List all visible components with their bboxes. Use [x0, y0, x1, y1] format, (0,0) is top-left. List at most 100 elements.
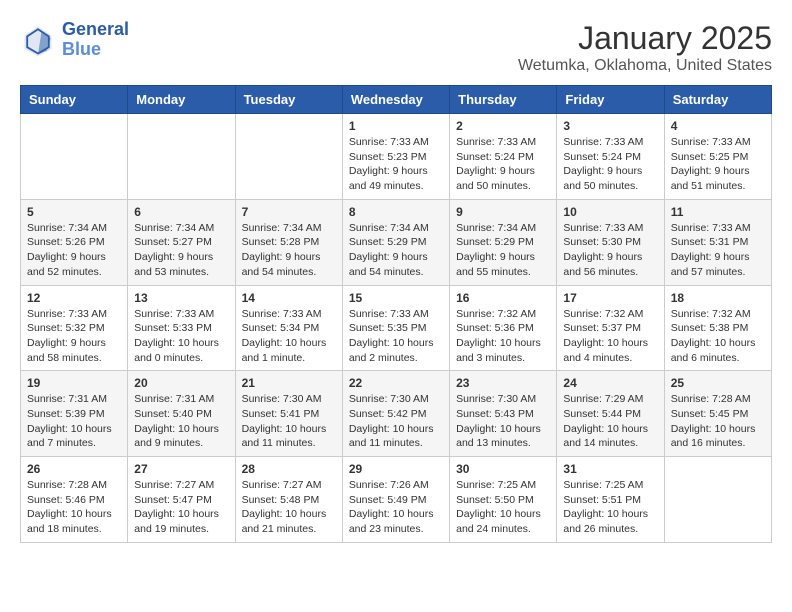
day-number: 17 [563, 291, 657, 305]
logo: General Blue [20, 20, 129, 60]
calendar-table: SundayMondayTuesdayWednesdayThursdayFrid… [20, 85, 772, 543]
day-info: Sunrise: 7:28 AM Sunset: 5:46 PM Dayligh… [27, 478, 121, 537]
day-number: 14 [242, 291, 336, 305]
calendar-cell: 26 Sunrise: 7:28 AM Sunset: 5:46 PM Dayli… [21, 457, 128, 543]
calendar-week-2: 5Sunrise: 7:34 AM Sunset: 5:26 PM Daylig… [21, 199, 772, 285]
day-info: Sunrise: 7:33 AM Sunset: 5:24 PM Dayligh… [563, 135, 657, 194]
logo-icon [20, 22, 56, 58]
day-number: 3 [563, 119, 657, 133]
day-info: Sunrise: 7:26 AM Sunset: 5:49 PM Dayligh… [349, 478, 443, 537]
calendar-cell: 27 Sunrise: 7:27 AM Sunset: 5:47 PM Dayli… [128, 457, 235, 543]
day-info: Sunrise: 7:30 AM Sunset: 5:42 PM Dayligh… [349, 392, 443, 451]
day-info: Sunrise: 7:30 AM Sunset: 5:43 PM Dayligh… [456, 392, 550, 451]
calendar-week-4: 19Sunrise: 7:31 AM Sunset: 5:39 PM Dayli… [21, 371, 772, 457]
logo-line1: General [62, 19, 129, 39]
calendar-cell [21, 114, 128, 200]
calendar-cell: 19Sunrise: 7:31 AM Sunset: 5:39 PM Dayli… [21, 371, 128, 457]
day-number: 29 [349, 462, 443, 476]
day-number: 18 [671, 291, 765, 305]
day-number: 15 [349, 291, 443, 305]
calendar-cell: 7 Sunrise: 7:34 AM Sunset: 5:28 PM Daylig… [235, 199, 342, 285]
calendar-cell: 1 Sunrise: 7:33 AM Sunset: 5:23 PM Daylig… [342, 114, 449, 200]
page-header: General Blue January 2025 Wetumka, Oklah… [20, 20, 772, 75]
weekday-header-sunday: Sunday [21, 86, 128, 114]
day-number: 1 [349, 119, 443, 133]
day-info: Sunrise: 7:30 AM Sunset: 5:41 PM Dayligh… [242, 392, 336, 451]
day-info: Sunrise: 7:33 AM Sunset: 5:33 PM Dayligh… [134, 307, 228, 366]
day-info: Sunrise: 7:32 AM Sunset: 5:37 PM Dayligh… [563, 307, 657, 366]
day-info: Sunrise: 7:33 AM Sunset: 5:31 PM Dayligh… [671, 221, 765, 280]
page-title: January 2025 [518, 20, 772, 57]
calendar-cell: 31Sunrise: 7:25 AM Sunset: 5:51 PM Dayli… [557, 457, 664, 543]
day-number: 2 [456, 119, 550, 133]
calendar-cell: 8Sunrise: 7:34 AM Sunset: 5:29 PM Daylig… [342, 199, 449, 285]
calendar-week-1: 1 Sunrise: 7:33 AM Sunset: 5:23 PM Daylig… [21, 114, 772, 200]
day-info: Sunrise: 7:33 AM Sunset: 5:35 PM Dayligh… [349, 307, 443, 366]
day-number: 16 [456, 291, 550, 305]
day-number: 21 [242, 376, 336, 390]
calendar-cell: 2 Sunrise: 7:33 AM Sunset: 5:24 PM Daylig… [450, 114, 557, 200]
day-info: Sunrise: 7:31 AM Sunset: 5:40 PM Dayligh… [134, 392, 228, 451]
calendar-cell: 23Sunrise: 7:30 AM Sunset: 5:43 PM Dayli… [450, 371, 557, 457]
day-info: Sunrise: 7:33 AM Sunset: 5:32 PM Dayligh… [27, 307, 121, 366]
weekday-header-thursday: Thursday [450, 86, 557, 114]
page-subtitle: Wetumka, Oklahoma, United States [518, 57, 772, 75]
calendar-cell: 21 Sunrise: 7:30 AM Sunset: 5:41 PM Dayli… [235, 371, 342, 457]
day-info: Sunrise: 7:34 AM Sunset: 5:28 PM Dayligh… [242, 221, 336, 280]
calendar-cell: 25 Sunrise: 7:28 AM Sunset: 5:45 PM Dayli… [664, 371, 771, 457]
day-info: Sunrise: 7:29 AM Sunset: 5:44 PM Dayligh… [563, 392, 657, 451]
calendar-cell: 24 Sunrise: 7:29 AM Sunset: 5:44 PM Dayli… [557, 371, 664, 457]
day-number: 12 [27, 291, 121, 305]
day-number: 19 [27, 376, 121, 390]
calendar-cell: 16 Sunrise: 7:32 AM Sunset: 5:36 PM Dayli… [450, 285, 557, 371]
calendar-cell: 4 Sunrise: 7:33 AM Sunset: 5:25 PM Daylig… [664, 114, 771, 200]
day-number: 27 [134, 462, 228, 476]
day-info: Sunrise: 7:33 AM Sunset: 5:34 PM Dayligh… [242, 307, 336, 366]
day-number: 24 [563, 376, 657, 390]
day-info: Sunrise: 7:32 AM Sunset: 5:36 PM Dayligh… [456, 307, 550, 366]
calendar-cell: 12 Sunrise: 7:33 AM Sunset: 5:32 PM Dayli… [21, 285, 128, 371]
calendar-week-3: 12 Sunrise: 7:33 AM Sunset: 5:32 PM Dayli… [21, 285, 772, 371]
day-number: 22 [349, 376, 443, 390]
weekday-header-tuesday: Tuesday [235, 86, 342, 114]
day-number: 9 [456, 205, 550, 219]
day-info: Sunrise: 7:34 AM Sunset: 5:27 PM Dayligh… [134, 221, 228, 280]
calendar-week-5: 26 Sunrise: 7:28 AM Sunset: 5:46 PM Dayli… [21, 457, 772, 543]
calendar-cell: 11Sunrise: 7:33 AM Sunset: 5:31 PM Dayli… [664, 199, 771, 285]
calendar-cell [664, 457, 771, 543]
day-number: 4 [671, 119, 765, 133]
calendar-cell: 15 Sunrise: 7:33 AM Sunset: 5:35 PM Dayli… [342, 285, 449, 371]
weekday-header-row: SundayMondayTuesdayWednesdayThursdayFrid… [21, 86, 772, 114]
calendar-cell [128, 114, 235, 200]
day-number: 20 [134, 376, 228, 390]
calendar-cell: 5Sunrise: 7:34 AM Sunset: 5:26 PM Daylig… [21, 199, 128, 285]
day-info: Sunrise: 7:27 AM Sunset: 5:48 PM Dayligh… [242, 478, 336, 537]
calendar-cell: 28 Sunrise: 7:27 AM Sunset: 5:48 PM Dayli… [235, 457, 342, 543]
day-info: Sunrise: 7:32 AM Sunset: 5:38 PM Dayligh… [671, 307, 765, 366]
weekday-header-wednesday: Wednesday [342, 86, 449, 114]
day-info: Sunrise: 7:33 AM Sunset: 5:25 PM Dayligh… [671, 135, 765, 194]
title-block: January 2025 Wetumka, Oklahoma, United S… [518, 20, 772, 75]
calendar-cell: 14 Sunrise: 7:33 AM Sunset: 5:34 PM Dayli… [235, 285, 342, 371]
weekday-header-saturday: Saturday [664, 86, 771, 114]
day-info: Sunrise: 7:33 AM Sunset: 5:24 PM Dayligh… [456, 135, 550, 194]
day-info: Sunrise: 7:33 AM Sunset: 5:23 PM Dayligh… [349, 135, 443, 194]
day-info: Sunrise: 7:25 AM Sunset: 5:51 PM Dayligh… [563, 478, 657, 537]
day-number: 26 [27, 462, 121, 476]
calendar-cell: 18 Sunrise: 7:32 AM Sunset: 5:38 PM Dayli… [664, 285, 771, 371]
calendar-cell: 9Sunrise: 7:34 AM Sunset: 5:29 PM Daylig… [450, 199, 557, 285]
day-info: Sunrise: 7:28 AM Sunset: 5:45 PM Dayligh… [671, 392, 765, 451]
day-number: 7 [242, 205, 336, 219]
day-info: Sunrise: 7:27 AM Sunset: 5:47 PM Dayligh… [134, 478, 228, 537]
weekday-header-monday: Monday [128, 86, 235, 114]
calendar-cell: 3 Sunrise: 7:33 AM Sunset: 5:24 PM Daylig… [557, 114, 664, 200]
day-info: Sunrise: 7:33 AM Sunset: 5:30 PM Dayligh… [563, 221, 657, 280]
day-number: 30 [456, 462, 550, 476]
day-info: Sunrise: 7:34 AM Sunset: 5:29 PM Dayligh… [349, 221, 443, 280]
day-number: 25 [671, 376, 765, 390]
day-number: 5 [27, 205, 121, 219]
calendar-cell: 20 Sunrise: 7:31 AM Sunset: 5:40 PM Dayli… [128, 371, 235, 457]
day-number: 28 [242, 462, 336, 476]
day-info: Sunrise: 7:25 AM Sunset: 5:50 PM Dayligh… [456, 478, 550, 537]
day-number: 6 [134, 205, 228, 219]
